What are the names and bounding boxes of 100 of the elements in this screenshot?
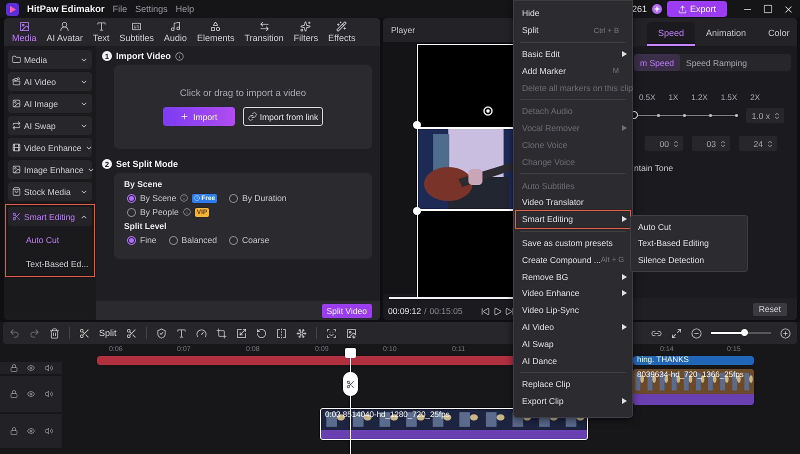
rotate-handle-icon[interactable]	[483, 106, 493, 116]
menu-item[interactable]: Text-Based Editing	[631, 235, 747, 252]
menu-item[interactable]: Settings	[135, 4, 168, 14]
speed-mode-tab[interactable]: m Speed	[634, 54, 680, 71]
eye-icon[interactable]	[27, 364, 35, 372]
sidebar-item[interactable]: AI Image	[8, 94, 92, 113]
main-tab[interactable]: Subtitles	[115, 21, 158, 43]
snapshot-icon[interactable]	[346, 328, 357, 338]
main-tab[interactable]: Transition	[240, 21, 288, 43]
speaker-icon[interactable]	[44, 364, 52, 372]
sidebar-item[interactable]: Smart Editing	[8, 207, 92, 226]
resize-handle[interactable]	[413, 207, 421, 215]
radio-option[interactable]: By Duration	[229, 193, 287, 203]
menu-item[interactable]: Hide	[516, 5, 630, 22]
eye-icon[interactable]	[27, 390, 35, 398]
menu-item[interactable]: Basic Edit	[516, 46, 630, 62]
fit-icon[interactable]	[671, 328, 682, 338]
speed-mode-tab[interactable]: Speed Ramping	[680, 54, 753, 71]
mirror-icon[interactable]	[276, 328, 287, 338]
speed-icon[interactable]	[196, 328, 207, 338]
sidebar-subitem[interactable]: Auto Cut	[8, 229, 92, 250]
menu-item[interactable]: Auto Cut	[631, 219, 747, 236]
crop-icon[interactable]	[216, 328, 227, 338]
speaker-icon[interactable]	[44, 390, 52, 398]
sidebar-subitem[interactable]: Text-Based Ed...	[8, 253, 92, 274]
export-button[interactable]: Export	[667, 1, 727, 17]
face-icon[interactable]	[326, 328, 337, 338]
shield-icon[interactable]	[156, 328, 167, 338]
delete-icon[interactable]	[49, 328, 60, 338]
reset-button[interactable]: Reset	[752, 302, 787, 316]
menu-item[interactable]: AI Video	[516, 318, 630, 336]
add-credit-icon[interactable]	[652, 4, 662, 14]
resize-icon[interactable]	[236, 328, 247, 338]
menu-item[interactable]: File	[112, 4, 128, 14]
lock-icon[interactable]	[10, 364, 18, 372]
zoom-in-icon[interactable]	[780, 328, 791, 338]
sidebar-item[interactable]: Image Enhance	[8, 160, 92, 179]
menu-item[interactable]: Remove BG	[516, 268, 630, 285]
close-icon[interactable]	[783, 4, 794, 14]
radio-option[interactable]: Balanced	[168, 235, 217, 245]
duration-input[interactable]: 03	[692, 136, 730, 151]
main-tab[interactable]: AI Avatar	[42, 21, 87, 43]
menu-item[interactable]: Smart Editing	[516, 210, 630, 228]
play-icon[interactable]	[492, 306, 502, 316]
lock-icon[interactable]	[10, 390, 18, 398]
property-tab[interactable]: Speed	[647, 22, 696, 46]
sidebar-item[interactable]: AI Swap	[8, 116, 92, 135]
import-drop-area[interactable]: Click or drag to import a video Import Import from link	[114, 65, 372, 149]
text-icon[interactable]	[176, 328, 187, 338]
scissors-icon[interactable]	[79, 328, 90, 338]
split-label[interactable]: Split	[99, 328, 117, 338]
radio-option[interactable]: Fine	[127, 235, 157, 245]
reverse-icon[interactable]	[256, 328, 267, 338]
menu-item[interactable]: Replace Clip	[516, 376, 630, 393]
menu-item[interactable]: Help	[176, 4, 194, 14]
import-button[interactable]: Import	[162, 107, 235, 126]
sidebar-item[interactable]: Stock Media	[8, 182, 92, 201]
duration-input[interactable]: 24	[739, 136, 777, 151]
previous-frame-icon[interactable]	[480, 306, 490, 316]
menu-item[interactable]: Video Translator	[516, 194, 630, 211]
main-tab[interactable]: Elements	[192, 21, 238, 43]
main-tab[interactable]: Effects	[324, 21, 360, 43]
eye-icon[interactable]	[27, 427, 35, 435]
property-tab[interactable]: Animation	[695, 22, 758, 46]
video-clip[interactable]: 8039634-hd_720_1366_25fps	[633, 369, 754, 405]
sidebar-item[interactable]: Video Enhance	[8, 138, 92, 157]
sidebar-item[interactable]: AI Video	[8, 72, 92, 91]
undo-icon[interactable]	[9, 328, 20, 338]
zoom-out-icon[interactable]	[691, 328, 702, 338]
menu-item[interactable]: Video Lip-Sync	[516, 302, 630, 319]
freeze-icon[interactable]	[296, 328, 307, 338]
subtitle-clip[interactable]: hing. THANKS	[633, 356, 754, 365]
main-tab[interactable]: Filters	[290, 21, 322, 43]
playhead-handle[interactable]	[345, 348, 356, 358]
import-link-button[interactable]: Import from link	[242, 107, 324, 126]
menu-item[interactable]: Save as custom presets	[516, 234, 630, 252]
speed-mark: 1X	[668, 93, 678, 102]
resize-handle[interactable]	[413, 121, 421, 129]
radio-option[interactable]: Coarse	[229, 235, 270, 245]
wand-icon	[336, 21, 348, 32]
property-tab[interactable]: Color	[757, 22, 797, 46]
menu-item[interactable]: AI Swap	[516, 335, 630, 352]
main-tab[interactable]: Text	[88, 21, 114, 43]
menu-item[interactable]: Silence Detection	[631, 252, 747, 268]
split-video-button[interactable]: Split Video	[322, 304, 372, 318]
maximize-icon[interactable]	[763, 4, 773, 14]
next-frame-icon[interactable]	[504, 306, 514, 316]
main-tab[interactable]: Media	[8, 21, 41, 43]
menu-item[interactable]: Export Clip	[516, 392, 630, 410]
speed-input[interactable]: 1.0 x	[746, 108, 784, 123]
scissors-dropdown-icon[interactable]	[126, 328, 137, 338]
sidebar-item[interactable]: Media	[8, 50, 92, 69]
menu-item[interactable]: Video Enhance	[516, 284, 630, 302]
lock-icon[interactable]	[10, 427, 18, 435]
speaker-icon[interactable]	[44, 427, 52, 435]
redo-icon[interactable]	[29, 328, 40, 338]
main-tab[interactable]: Audio	[160, 21, 191, 43]
menu-item[interactable]: AI Dance	[516, 352, 630, 369]
split-handle[interactable]	[343, 372, 358, 396]
duration-input[interactable]: 00	[645, 136, 683, 151]
